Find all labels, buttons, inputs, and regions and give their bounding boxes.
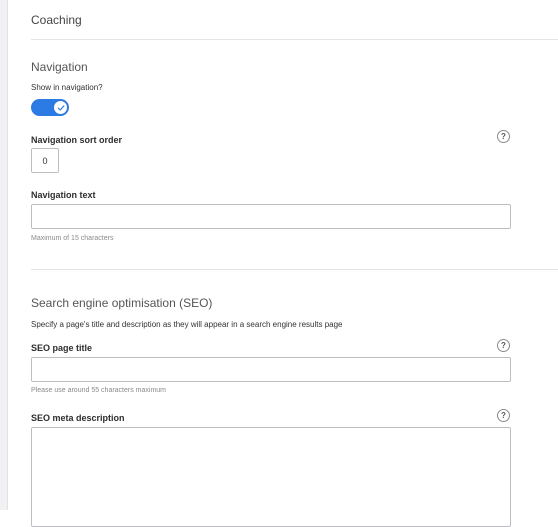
check-icon <box>57 104 64 111</box>
seo-page-title-input[interactable] <box>31 357 511 382</box>
navigation-text-input[interactable] <box>31 204 511 229</box>
navigation-sort-order-label: Navigation sort order <box>31 135 123 145</box>
help-icon[interactable]: ? <box>497 130 510 143</box>
help-icon-glyph: ? <box>501 411 506 420</box>
help-icon-glyph: ? <box>501 341 506 350</box>
section-divider <box>31 269 558 270</box>
seo-meta-description-label: SEO meta description <box>31 413 125 423</box>
help-icon[interactable]: ? <box>497 409 510 422</box>
toggle-knob <box>54 101 67 114</box>
seo-description: Specify a page's title and description a… <box>31 320 343 329</box>
seo-page-title-hint: Please use around 55 characters maximum <box>31 387 167 394</box>
navigation-text-hint: Maximum of 15 characters <box>31 235 114 242</box>
page-title: Coaching <box>31 13 82 27</box>
help-icon[interactable]: ? <box>497 339 510 352</box>
seo-meta-description-textarea[interactable] <box>31 427 511 527</box>
navigation-heading: Navigation <box>31 60 88 74</box>
show-in-navigation-toggle[interactable] <box>31 99 69 116</box>
left-rail <box>0 0 8 510</box>
seo-page-title-label: SEO page title <box>31 343 93 353</box>
help-icon-glyph: ? <box>501 132 506 141</box>
header-divider <box>31 39 558 40</box>
navigation-sort-order-input[interactable] <box>31 148 59 173</box>
show-in-navigation-label: Show in navigation? <box>31 83 103 92</box>
seo-heading: Search engine optimisation (SEO) <box>31 296 213 310</box>
navigation-text-label: Navigation text <box>31 190 96 200</box>
